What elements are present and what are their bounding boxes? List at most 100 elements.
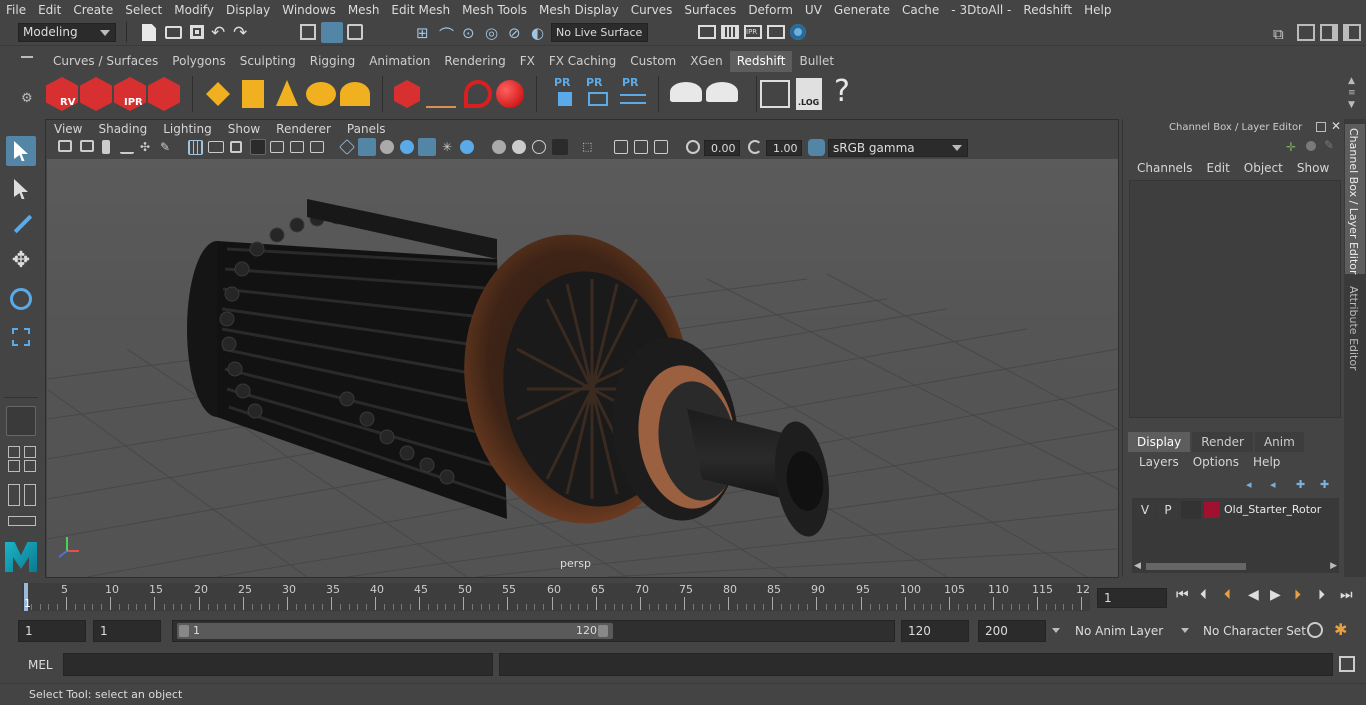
viewport-menu-shading[interactable]: Shading	[90, 122, 155, 136]
play-backward-icon[interactable]: ◀	[1248, 587, 1259, 603]
shelf-tab-redshift[interactable]: Redshift	[729, 51, 793, 72]
rs-proxy-import-icon[interactable]: PR	[586, 76, 603, 89]
rs-bake-icon[interactable]	[670, 82, 702, 102]
menu-edit-mesh[interactable]: Edit Mesh	[385, 3, 456, 17]
rs-script-editor-icon[interactable]	[760, 80, 790, 108]
save-scene-icon[interactable]	[190, 25, 204, 39]
scroll-left-icon[interactable]: ◀	[1134, 561, 1141, 571]
menu-mesh-display[interactable]: Mesh Display	[533, 3, 625, 17]
snap-surface-icon[interactable]: ⊘	[508, 24, 521, 42]
shelf-tab-rendering[interactable]: Rendering	[437, 51, 512, 72]
step-forward-key-icon[interactable]: ⏵	[1318, 587, 1325, 603]
select-component-icon[interactable]	[347, 24, 363, 40]
viewport-menu-panels[interactable]: Panels	[339, 122, 394, 136]
layer-tab-render[interactable]: Render	[1192, 432, 1253, 452]
gate-mask-icon[interactable]	[250, 139, 266, 155]
layer-color-swatch[interactable]	[1204, 502, 1220, 518]
rs-light-rect-icon[interactable]	[206, 82, 230, 106]
gamma-icon[interactable]	[748, 140, 762, 154]
rs-proxy-swap-arrows-icon[interactable]	[620, 94, 646, 104]
go-to-end-icon[interactable]: ⏭	[1340, 587, 1353, 603]
rs-hair-icon[interactable]	[426, 80, 456, 108]
shelf-tab-rigging[interactable]: Rigging	[303, 51, 362, 72]
snap-grid-icon[interactable]: ⊞	[416, 24, 429, 42]
shelf-settings-icon[interactable]: ⚙	[21, 91, 33, 106]
menu-curves[interactable]: Curves	[625, 3, 679, 17]
command-input[interactable]	[63, 653, 493, 676]
rs-settings-icon[interactable]	[148, 77, 180, 111]
frame-all-icon[interactable]	[654, 140, 668, 154]
menu-mesh[interactable]: Mesh	[342, 3, 386, 17]
shadows-icon[interactable]	[460, 140, 474, 154]
cb-toggle-icon[interactable]	[1306, 141, 1316, 151]
render-view-icon[interactable]	[698, 25, 716, 39]
menu-deform[interactable]: Deform	[742, 3, 799, 17]
xray-active-icon[interactable]	[634, 140, 648, 154]
character-set-select[interactable]: No Character Set	[1196, 620, 1306, 642]
viewport-menu-renderer[interactable]: Renderer	[268, 122, 339, 136]
dof-icon[interactable]	[552, 139, 568, 155]
float-panel-icon[interactable]	[1316, 122, 1326, 132]
anim-layer-dropdown-icon[interactable]	[1052, 628, 1060, 633]
snap-view-icon[interactable]: ◎	[485, 24, 498, 42]
safe-action-icon[interactable]	[290, 141, 304, 153]
rotate-tool-icon[interactable]	[6, 284, 36, 314]
shelf-tab-curves-surfaces[interactable]: Curves / Surfaces	[46, 51, 165, 72]
rs-help-icon[interactable]: ?	[834, 74, 850, 109]
new-layer-selected-icon[interactable]: ✚	[1320, 478, 1329, 491]
field-chart-icon[interactable]	[270, 141, 284, 153]
layer-playback-toggle[interactable]: P	[1158, 501, 1178, 519]
rs-light-grid-icon[interactable]	[242, 80, 264, 108]
rs-proxy-cube-icon[interactable]	[394, 80, 420, 108]
layer-visibility-toggle[interactable]: V	[1135, 501, 1155, 519]
anim-start-field[interactable]: 1	[18, 620, 86, 642]
layout-outliner-icon[interactable]	[8, 484, 20, 506]
toggle-panel-icon-3[interactable]	[1343, 24, 1361, 41]
range-handle-right-icon[interactable]	[598, 625, 608, 637]
layer-tab-display[interactable]: Display	[1128, 432, 1191, 452]
textured-icon[interactable]	[418, 138, 436, 156]
safe-title-icon[interactable]	[310, 141, 324, 153]
step-forward-frame-icon[interactable]: ⏵	[1294, 587, 1301, 603]
time-ruler[interactable]: 1 5 10 15 20 25 30 35 40 45 50 55 60 65 70 75 80 85 90 95 1…	[22, 583, 1090, 611]
render-settings-icon[interactable]	[767, 25, 785, 39]
viewport-menu-show[interactable]: Show	[220, 122, 268, 136]
layout-four-icon[interactable]	[24, 446, 36, 458]
shelf-tab-polygons[interactable]: Polygons	[165, 51, 232, 72]
rs-light-dome-icon[interactable]	[306, 82, 336, 106]
new-layer-icon[interactable]: ✚	[1296, 478, 1305, 491]
shelf-scroll-menu-icon[interactable]: ≡	[1348, 88, 1356, 98]
rs-render-sequence-icon[interactable]	[80, 77, 112, 111]
menu-generate[interactable]: Generate	[828, 3, 896, 17]
rs-log-icon[interactable]: .LOG	[796, 78, 822, 110]
anim-end-field[interactable]: 200	[978, 620, 1046, 642]
paint-select-tool-icon[interactable]	[6, 210, 36, 240]
move-tool-icon[interactable]: ✥	[6, 248, 36, 278]
range-slider[interactable]: 1 120	[172, 620, 895, 642]
mode-selector[interactable]: Modeling	[18, 23, 116, 42]
grid-toggle-icon[interactable]	[188, 140, 203, 155]
menu-cache[interactable]: Cache	[896, 3, 945, 17]
shelf-tab-sculpting[interactable]: Sculpting	[233, 51, 303, 72]
rs-proxy-swap-icon[interactable]: PR	[622, 76, 639, 89]
range-handle-left-icon[interactable]	[179, 625, 189, 637]
layer-menu-help[interactable]: Help	[1246, 455, 1287, 469]
rs-ipr-icon[interactable]: IPR	[114, 77, 146, 111]
xray-joints-icon[interactable]	[614, 140, 628, 154]
image-plane-icon[interactable]	[120, 140, 134, 154]
camera-attr-icon[interactable]	[80, 140, 94, 152]
layer-move-up-icon[interactable]: ◂	[1246, 478, 1252, 491]
menu-create[interactable]: Create	[67, 3, 119, 17]
cb-menu-edit[interactable]: Edit	[1200, 161, 1237, 175]
scale-tool-icon[interactable]	[6, 322, 36, 352]
rs-bake-settings-icon[interactable]	[706, 82, 738, 102]
isolate-select-icon[interactable]: ⬚	[582, 140, 596, 154]
workspace-icon[interactable]: ⧉	[1273, 25, 1284, 43]
range-slider-bar-fill[interactable]	[177, 623, 613, 639]
layer-name[interactable]: Old_Starter_Rotor	[1224, 501, 1321, 519]
toggle-panel-icon-1[interactable]	[1297, 24, 1315, 41]
layer-row[interactable]: V P Old_Starter_Rotor	[1135, 501, 1339, 519]
shelf-tab-animation[interactable]: Animation	[362, 51, 437, 72]
layout-three-icon[interactable]	[24, 460, 36, 472]
rs-object-shader-icon[interactable]	[464, 80, 492, 108]
